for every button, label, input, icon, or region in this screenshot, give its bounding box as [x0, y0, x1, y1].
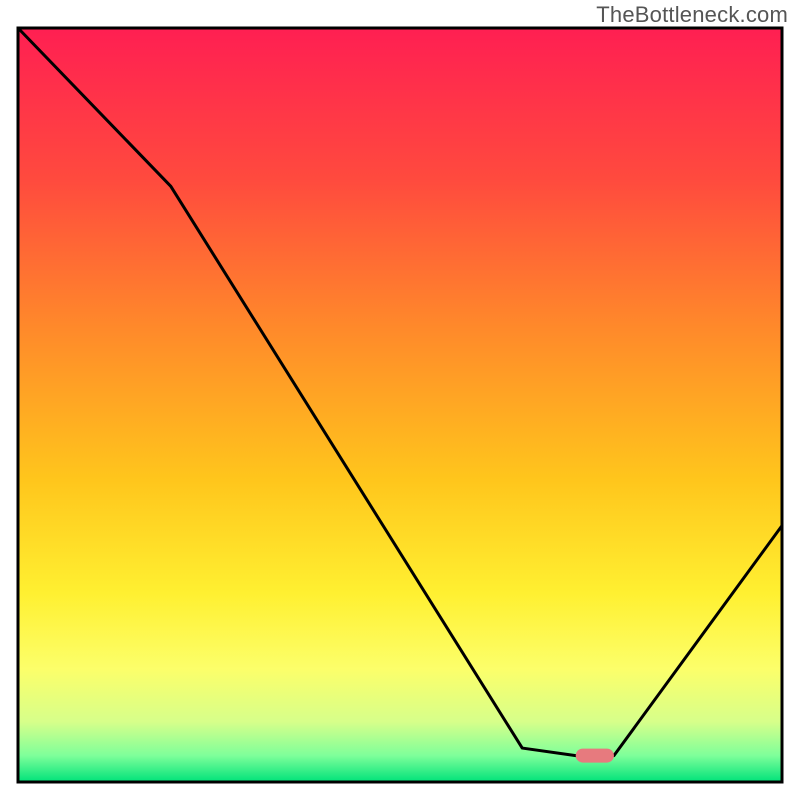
chart-container: TheBottleneck.com — [0, 0, 800, 800]
watermark-text: TheBottleneck.com — [596, 2, 788, 28]
plot-background — [18, 28, 782, 782]
optimal-marker — [576, 749, 614, 763]
bottleneck-chart — [0, 0, 800, 800]
